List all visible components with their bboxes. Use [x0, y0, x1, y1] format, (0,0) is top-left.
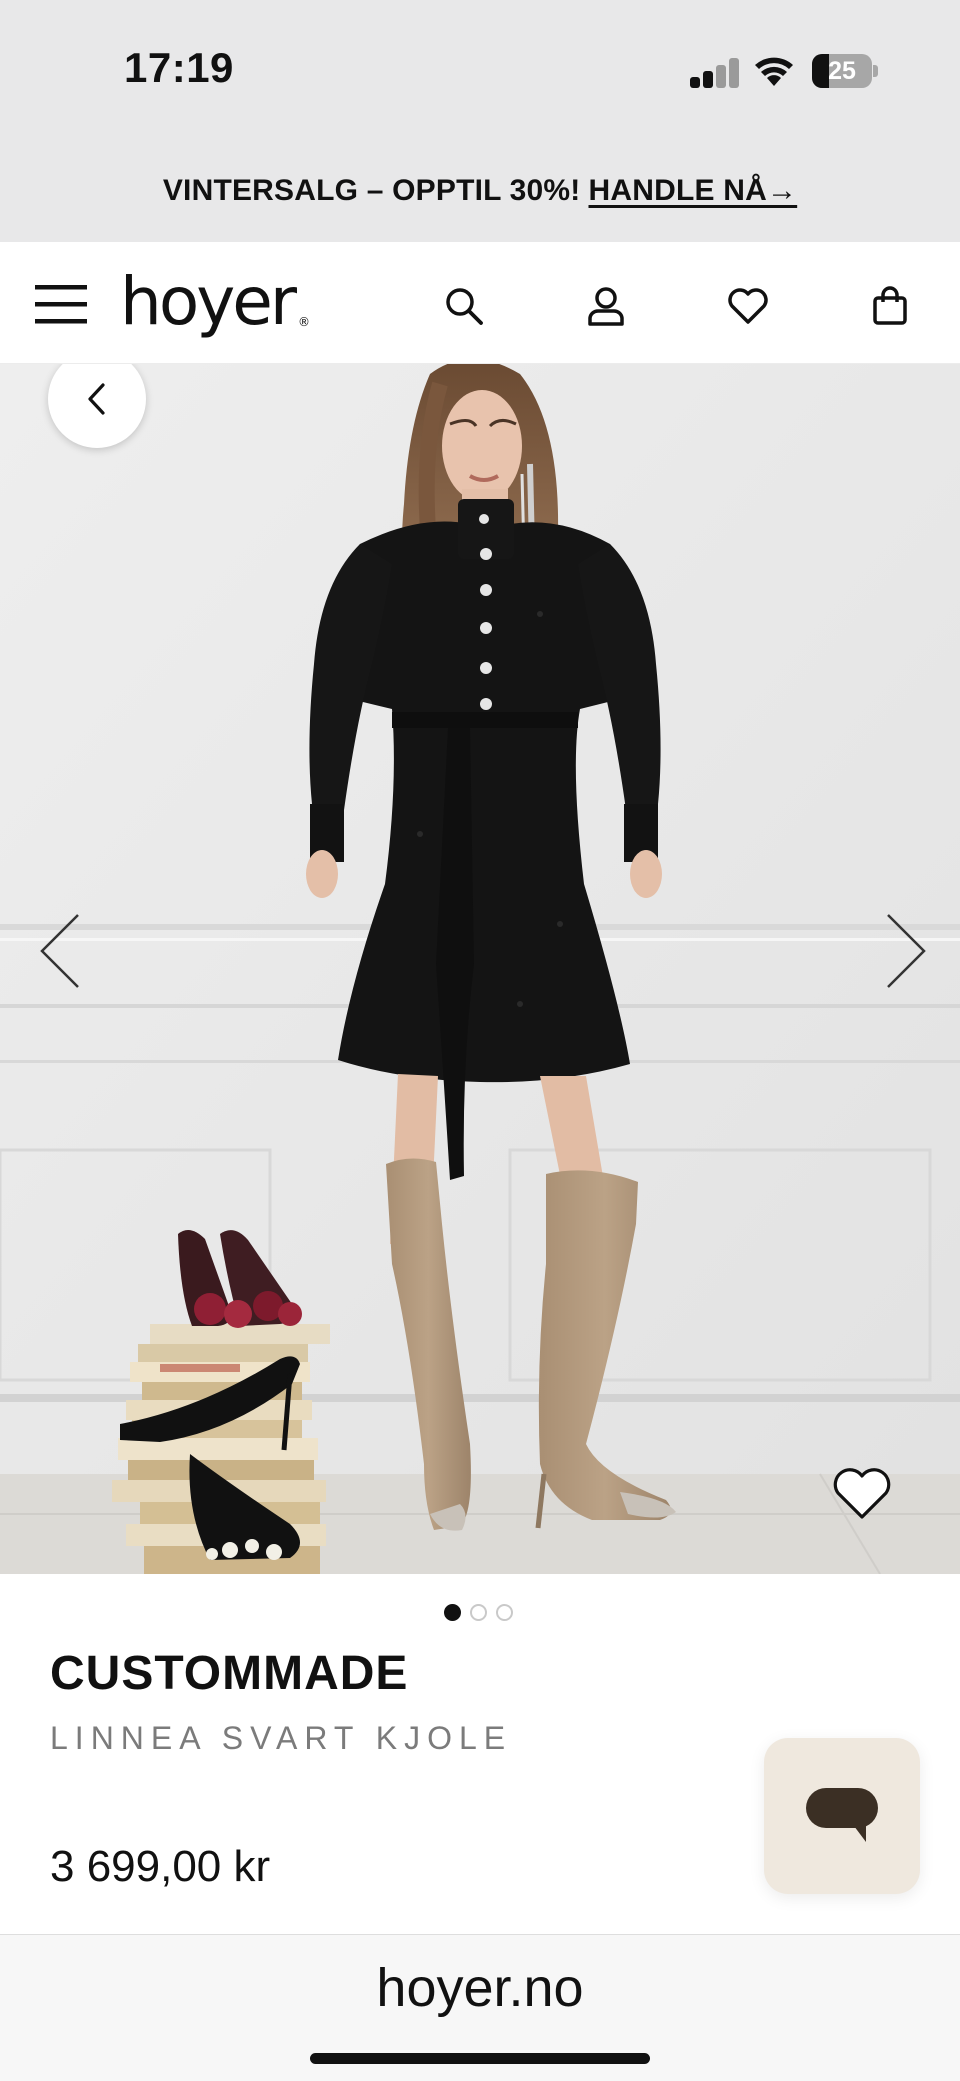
chat-button[interactable] [764, 1738, 920, 1894]
hoyer-logo[interactable]: hoyer ® [120, 263, 310, 340]
previous-image-button[interactable] [20, 906, 100, 996]
product-photo [0, 364, 960, 1574]
wishlist-button[interactable] [716, 278, 780, 334]
chat-bubble-icon [806, 1788, 878, 1842]
pagination-dot-2[interactable] [470, 1603, 487, 1621]
url-text[interactable]: hoyer.no [0, 1957, 960, 2019]
wishlist-icon [728, 288, 768, 324]
promo-banner: VINTERSALG – OPPTIL 30%! HANDLE NÅ→ [0, 140, 960, 242]
menu-button[interactable] [26, 274, 96, 334]
promo-text: VINTERSALG – OPPTIL 30%! [162, 174, 581, 207]
logo-registered-mark: ® [298, 315, 311, 329]
next-image-button[interactable] [866, 906, 946, 996]
product-brand[interactable]: CUSTOMMADE [50, 1646, 408, 1701]
arrow-right-icon [887, 914, 926, 988]
product-image-gallery[interactable] [0, 364, 960, 1574]
search-button[interactable] [432, 278, 496, 334]
heart-icon [833, 1468, 891, 1519]
arrow-left-icon [40, 914, 79, 988]
bag-icon [873, 286, 907, 325]
pagination-dot-3[interactable] [496, 1603, 513, 1621]
promo-shop-now-link[interactable]: HANDLE NÅ→ [589, 174, 798, 208]
pagination-dot-1[interactable] [444, 1603, 461, 1621]
battery-icon: 25 [812, 54, 878, 88]
wifi-icon [755, 57, 793, 86]
status-time: 17:19 [124, 44, 234, 91]
logo-text: hoyer [120, 263, 297, 340]
product-name: LINNEA SVART KJOLE [50, 1720, 513, 1756]
product-price: 3 699,00 kr [50, 1842, 271, 1891]
battery-level: 25 [828, 57, 856, 85]
browser-address-bar[interactable]: hoyer.no [0, 1934, 960, 2081]
account-button[interactable] [574, 278, 638, 334]
shopping-bag-button[interactable] [858, 278, 922, 334]
status-bar: 17:19 25 [0, 0, 960, 140]
account-icon [588, 287, 624, 326]
cellular-signal-icon [690, 58, 739, 88]
search-icon [446, 288, 483, 325]
image-pagination [444, 1602, 516, 1622]
menu-icon [35, 285, 87, 324]
home-indicator[interactable] [310, 2053, 650, 2064]
chevron-left-icon [88, 383, 105, 415]
add-to-wishlist-button[interactable] [824, 1456, 900, 1532]
